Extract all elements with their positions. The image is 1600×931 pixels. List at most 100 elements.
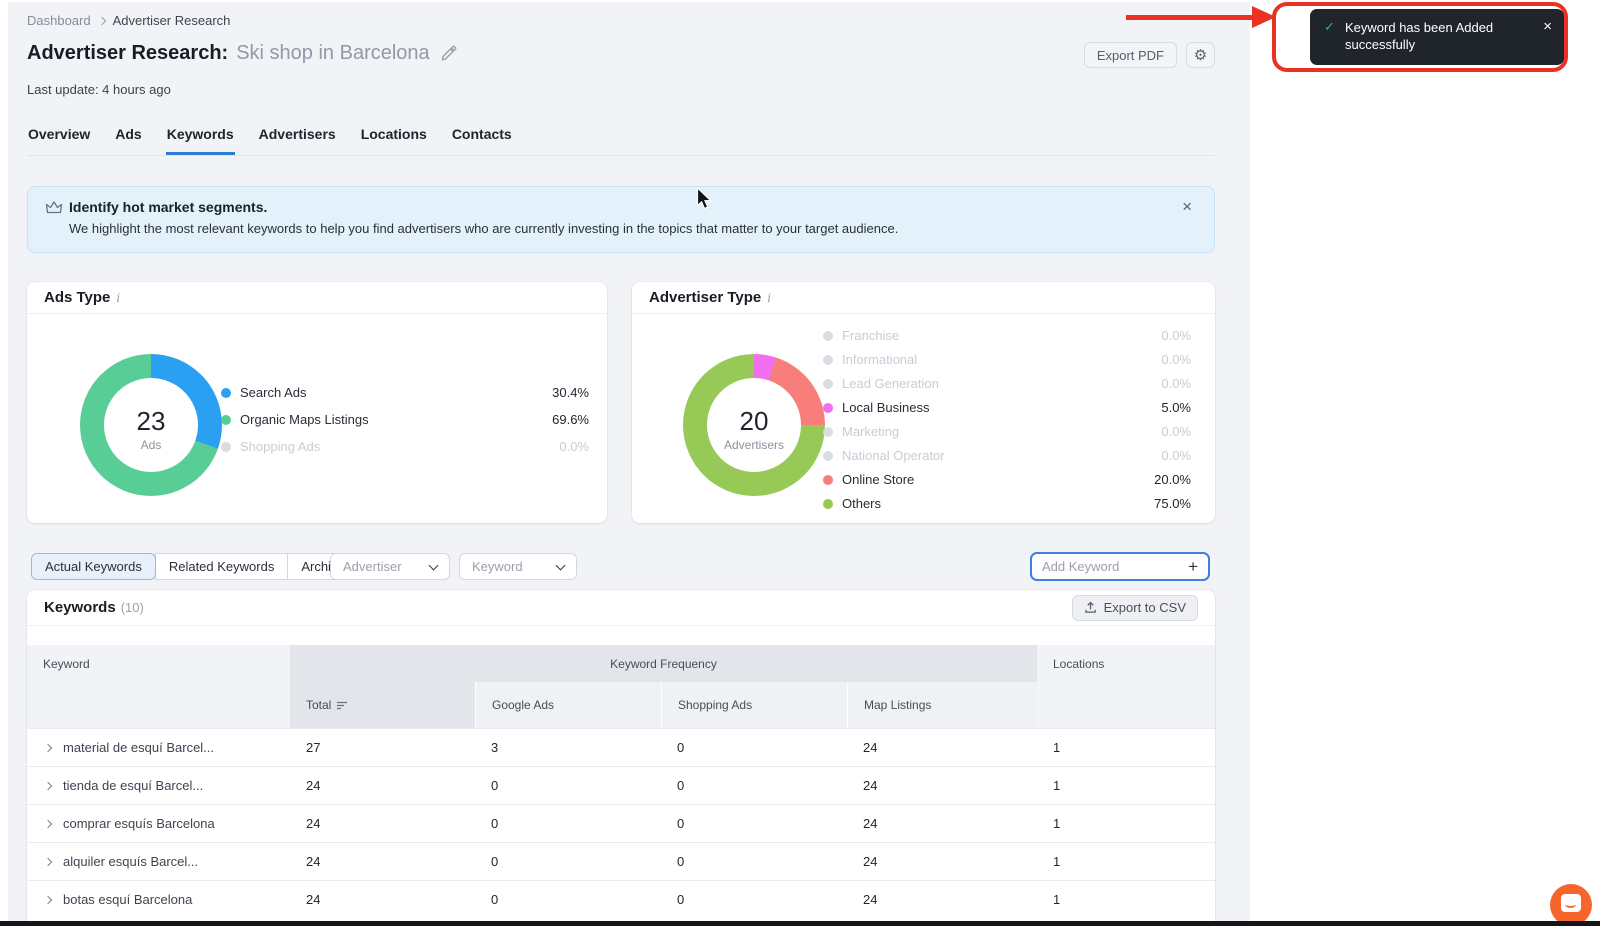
google-ads-cell: 0 (475, 767, 661, 804)
keyword-cell: material de esquí Barcel... (63, 740, 214, 755)
advertiser-dropdown[interactable]: Advertiser (330, 553, 450, 580)
total-cell: 24 (290, 843, 475, 880)
tab-ads[interactable]: Ads (114, 126, 142, 155)
breadcrumb-current: Advertiser Research (113, 13, 231, 28)
legend-label: Organic Maps Listings (240, 412, 369, 427)
column-header-shopping-ads[interactable]: Shopping Ads (661, 682, 847, 728)
table-row[interactable]: botas esquí Barcelona 24 0 0 24 1 (27, 880, 1215, 918)
ads-type-card-header: Ads Type i (27, 282, 607, 314)
toast-close-icon[interactable]: × (1543, 18, 1552, 35)
column-header-spacer (27, 682, 290, 728)
total-cell: 24 (290, 805, 475, 842)
export-pdf-label: Export PDF (1097, 48, 1164, 63)
export-pdf-button[interactable]: Export PDF (1084, 42, 1177, 68)
advertisers-count-label: Advertisers (683, 438, 825, 452)
legend-item: Search Ads 30.4% (221, 385, 589, 400)
expand-row-icon[interactable] (44, 781, 52, 789)
map-listings-cell: 24 (847, 767, 1037, 804)
filter-bar: Actual Keywords Related Keywords Archive… (27, 553, 1215, 581)
table-row[interactable]: tienda de esquí Barcel... 24 0 0 24 1 (27, 766, 1215, 804)
segment-related-keywords[interactable]: Related Keywords (155, 553, 289, 580)
legend-label: Search Ads (240, 385, 307, 400)
legend-percent: 69.6% (552, 412, 589, 427)
tab-contacts[interactable]: Contacts (451, 126, 513, 155)
breadcrumb: Dashboard Advertiser Research (27, 13, 230, 28)
advertisers-count-value: 20 (683, 406, 825, 437)
page-title: Advertiser Research: (27, 42, 228, 65)
locations-cell: 1 (1037, 843, 1215, 880)
settings-button[interactable]: ⚙ (1186, 42, 1215, 68)
legend-item: Franchise 0.0% (823, 328, 1191, 343)
shopping-ads-cell: 0 (661, 805, 847, 842)
table-row[interactable]: material de esquí Barcel... 27 3 0 24 1 (27, 728, 1215, 766)
legend-item: Lead Generation 0.0% (823, 376, 1191, 391)
column-header-google-ads[interactable]: Google Ads (475, 682, 661, 728)
legend-dot (823, 475, 833, 485)
page-margin (0, 926, 1600, 931)
column-group-keyword-frequency: Keyword Frequency (290, 645, 1037, 682)
legend-label: Shopping Ads (240, 439, 320, 454)
column-header-map-listings[interactable]: Map Listings (847, 682, 1037, 728)
keywords-table-title: Keywords (44, 599, 116, 616)
expand-row-icon[interactable] (44, 895, 52, 903)
chat-widget-button[interactable] (1550, 884, 1592, 926)
legend-percent: 20.0% (1154, 472, 1191, 487)
add-keyword-input[interactable]: Add Keyword + (1030, 552, 1210, 581)
legend-percent: 75.0% (1154, 496, 1191, 511)
keyword-dropdown[interactable]: Keyword (459, 553, 577, 580)
map-listings-cell: 24 (847, 843, 1037, 880)
info-icon[interactable]: i (767, 291, 771, 305)
breadcrumb-separator-icon (97, 16, 105, 24)
breadcrumb-dashboard-link[interactable]: Dashboard (27, 13, 91, 28)
table-row[interactable]: alquiler esquís Barcel... 24 0 0 24 1 (27, 842, 1215, 880)
mouse-cursor (695, 188, 713, 210)
shopping-ads-cell: 0 (661, 843, 847, 880)
tab-overview[interactable]: Overview (27, 126, 91, 155)
ads-type-donut-center: 23 Ads (80, 406, 222, 452)
total-cell: 24 (290, 767, 475, 804)
column-header-keyword[interactable]: Keyword (27, 645, 290, 682)
keyword-cell: comprar esquís Barcelona (63, 816, 215, 831)
expand-row-icon[interactable] (44, 819, 52, 827)
ads-count-value: 23 (80, 406, 222, 437)
legend-percent: 30.4% (552, 385, 589, 400)
shopping-ads-cell: 0 (661, 729, 847, 766)
tab-bar: Overview Ads Keywords Advertisers Locati… (27, 126, 1215, 156)
tab-advertisers[interactable]: Advertisers (258, 126, 337, 155)
advertiser-dropdown-label: Advertiser (343, 559, 402, 574)
legend-percent: 0.0% (559, 439, 589, 454)
segment-actual-keywords[interactable]: Actual Keywords (31, 553, 156, 580)
legend-percent: 5.0% (1161, 400, 1191, 415)
map-listings-cell: 24 (847, 805, 1037, 842)
plus-icon[interactable]: + (1188, 557, 1198, 577)
total-label: Total (306, 698, 331, 712)
tab-keywords[interactable]: Keywords (166, 126, 235, 155)
info-icon[interactable]: i (116, 291, 120, 305)
column-header-total[interactable]: Total (290, 682, 475, 728)
crown-icon (45, 200, 63, 215)
legend-dot (823, 331, 833, 341)
edit-pencil-icon[interactable] (440, 45, 457, 62)
advertiser-type-card-header: Advertiser Type i (632, 282, 1215, 314)
export-csv-label: Export to CSV (1104, 600, 1186, 615)
legend-label: Franchise (842, 328, 899, 343)
legend-label: Others (842, 496, 881, 511)
keywords-table-card: Keywords (10) Export to CSV Keyword Keyw… (27, 590, 1215, 922)
expand-row-icon[interactable] (44, 857, 52, 865)
legend-label: Online Store (842, 472, 914, 487)
expand-row-icon[interactable] (44, 743, 52, 751)
tab-locations[interactable]: Locations (360, 126, 428, 155)
ads-type-card: Ads Type i 23 Ads Search Ads 30.4% Organ… (27, 282, 607, 523)
keyword-cell: botas esquí Barcelona (63, 892, 192, 907)
banner-close-icon[interactable]: × (1182, 197, 1192, 217)
keyword-dropdown-label: Keyword (472, 559, 523, 574)
legend-dot (221, 415, 231, 425)
legend-dot (823, 499, 833, 509)
legend-dot (823, 379, 833, 389)
legend-item: Marketing 0.0% (823, 424, 1191, 439)
column-header-locations[interactable]: Locations (1037, 645, 1215, 682)
legend-percent: 0.0% (1161, 448, 1191, 463)
legend-dot (221, 388, 231, 398)
export-csv-button[interactable]: Export to CSV (1072, 595, 1198, 621)
table-row[interactable]: comprar esquís Barcelona 24 0 0 24 1 (27, 804, 1215, 842)
